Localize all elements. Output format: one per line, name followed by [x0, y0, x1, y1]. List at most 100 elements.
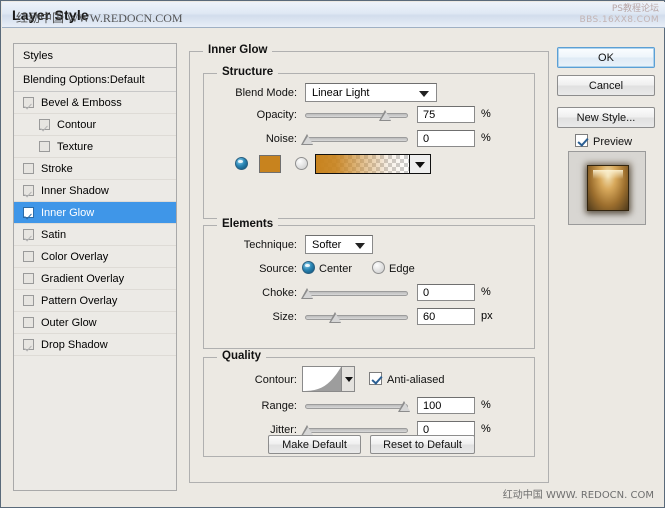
range-slider-track[interactable]: [305, 404, 408, 409]
sidebar-item-label: Contour: [57, 118, 97, 131]
source-edge-radio[interactable]: [372, 261, 385, 274]
reset-to-default-button[interactable]: Reset to Default: [370, 435, 475, 454]
glow-gradient-picker[interactable]: [315, 154, 431, 174]
jitter-slider-track[interactable]: [305, 428, 408, 433]
sidebar-item-color-overlay[interactable]: Color Overlay: [14, 246, 176, 268]
preview-checkbox[interactable]: [575, 134, 588, 147]
contour-curve-icon: [303, 367, 341, 391]
choke-input[interactable]: 0: [417, 284, 475, 301]
checkbox-outer-glow[interactable]: [23, 317, 34, 328]
chevron-down-icon: [355, 243, 365, 249]
checkbox-color-overlay[interactable]: [23, 251, 34, 262]
checkbox-stroke[interactable]: [23, 163, 34, 174]
sidebar-item-satin[interactable]: Satin: [14, 224, 176, 246]
sidebar-item-label: Satin: [41, 228, 67, 241]
technique-label: Technique:: [243, 239, 297, 251]
sidebar-item-bevel-emboss[interactable]: Bevel & Emboss: [14, 92, 176, 114]
checkbox-pattern-overlay[interactable]: [23, 295, 34, 306]
layer-style-dialog: Layer Style 红动中国 WWW.REDOCN.COM PS教程论坛 B…: [0, 0, 665, 508]
checkbox-inner-glow[interactable]: [23, 207, 34, 218]
jitter-slider-thumb[interactable]: [301, 425, 314, 436]
contour-chevron-down-icon[interactable]: [342, 366, 355, 392]
opacity-unit: %: [481, 108, 491, 120]
size-slider-thumb[interactable]: [329, 312, 342, 323]
watermark-bottom-right: 红动中国 WWW. REDOCN. COM: [502, 490, 654, 501]
contour-preview[interactable]: [302, 366, 342, 392]
sidebar-item-stroke[interactable]: Stroke: [14, 158, 176, 180]
choke-unit: %: [481, 286, 491, 298]
sidebar-item-label: Bevel & Emboss: [41, 96, 122, 109]
choke-label: Choke:: [262, 287, 297, 299]
glow-color-swatch[interactable]: [259, 155, 281, 173]
style-preview-thumbnail: [587, 165, 629, 211]
sidebar-item-label: Stroke: [41, 162, 73, 175]
sidebar-item-drop-shadow[interactable]: Drop Shadow: [14, 334, 176, 356]
checkbox-gradient-overlay[interactable]: [23, 273, 34, 284]
watermark-top-right-line1: PS教程论坛: [611, 4, 659, 14]
noise-input[interactable]: 0: [417, 130, 475, 147]
opacity-input[interactable]: 75: [417, 106, 475, 123]
source-center-label: Center: [319, 263, 353, 275]
sidebar-item-outer-glow[interactable]: Outer Glow: [14, 312, 176, 334]
noise-unit: %: [481, 132, 491, 144]
inner-glow-panel: Inner Glow Structure Blend Mode: Linear …: [189, 39, 549, 491]
cancel-button[interactable]: Cancel: [557, 75, 655, 96]
source-edge-label: Edge: [389, 263, 415, 275]
glow-color-radio[interactable]: [235, 157, 248, 170]
sidebar-item-inner-glow[interactable]: Inner Glow: [14, 202, 176, 224]
checkbox-inner-shadow[interactable]: [23, 185, 34, 196]
sidebar-item-blending-options[interactable]: Blending Options:Default: [14, 68, 176, 92]
jitter-unit: %: [481, 423, 491, 435]
quality-group-title: Quality: [217, 350, 266, 362]
gradient-chevron-down-icon[interactable]: [409, 155, 430, 173]
choke-slider-thumb[interactable]: [301, 288, 314, 299]
glow-gradient-radio[interactable]: [295, 157, 308, 170]
size-input[interactable]: 60: [417, 308, 475, 325]
blend-mode-label: Blend Mode:: [235, 87, 297, 99]
checkbox-contour[interactable]: [39, 119, 50, 130]
new-style-button[interactable]: New Style...: [557, 107, 655, 128]
watermark-title: 红动中国 WWW.REDOCN.COM: [16, 11, 183, 25]
title-bar[interactable]: Layer Style 红动中国 WWW.REDOCN.COM PS教程论坛 B…: [2, 2, 665, 28]
make-default-button[interactable]: Make Default: [268, 435, 361, 454]
checkbox-texture[interactable]: [39, 141, 50, 152]
noise-slider-thumb[interactable]: [301, 134, 314, 145]
inner-glow-group-title: Inner Glow: [203, 44, 273, 56]
choke-slider-track[interactable]: [305, 291, 408, 296]
sidebar-item-pattern-overlay[interactable]: Pattern Overlay: [14, 290, 176, 312]
anti-aliased-label: Anti-aliased: [387, 374, 445, 386]
watermark-top-right: PS教程论坛 BBS.16XX8.COM: [580, 4, 659, 26]
checkbox-drop-shadow[interactable]: [23, 339, 34, 350]
ok-button[interactable]: OK: [557, 47, 655, 68]
anti-aliased-checkbox[interactable]: [369, 372, 382, 385]
sidebar-item-texture[interactable]: Texture: [14, 136, 176, 158]
sidebar-item-label: Color Overlay: [41, 250, 109, 263]
size-slider-track[interactable]: [305, 315, 408, 320]
range-input[interactable]: 100: [417, 397, 475, 414]
styles-sidebar: Styles Blending Options:Default Bevel & …: [13, 43, 177, 491]
checkbox-satin[interactable]: [23, 229, 34, 240]
sidebar-item-gradient-overlay[interactable]: Gradient Overlay: [14, 268, 176, 290]
technique-value: Softer: [312, 239, 342, 251]
source-label: Source:: [259, 263, 297, 275]
sidebar-item-label: Inner Shadow: [41, 184, 109, 197]
blend-mode-select[interactable]: Linear Light: [305, 83, 437, 102]
sidebar-item-inner-shadow[interactable]: Inner Shadow: [14, 180, 176, 202]
noise-slider-track[interactable]: [305, 137, 408, 142]
sidebar-item-contour[interactable]: Contour: [14, 114, 176, 136]
noise-label: Noise:: [265, 133, 297, 145]
contour-label: Contour:: [254, 374, 297, 386]
opacity-slider-thumb[interactable]: [379, 110, 392, 121]
range-unit: %: [481, 399, 491, 411]
sidebar-item-label: Texture: [57, 140, 94, 153]
sidebar-header: Styles: [14, 44, 176, 68]
opacity-slider-track[interactable]: [305, 113, 408, 118]
elements-group-title: Elements: [217, 218, 279, 230]
checkbox-bevel-emboss[interactable]: [23, 97, 34, 108]
source-center-radio[interactable]: [302, 261, 315, 274]
range-label: Range:: [261, 400, 297, 412]
style-preview: [568, 151, 646, 225]
chevron-down-icon: [419, 91, 429, 97]
technique-select[interactable]: Softer: [305, 235, 373, 254]
range-slider-thumb[interactable]: [398, 401, 411, 412]
